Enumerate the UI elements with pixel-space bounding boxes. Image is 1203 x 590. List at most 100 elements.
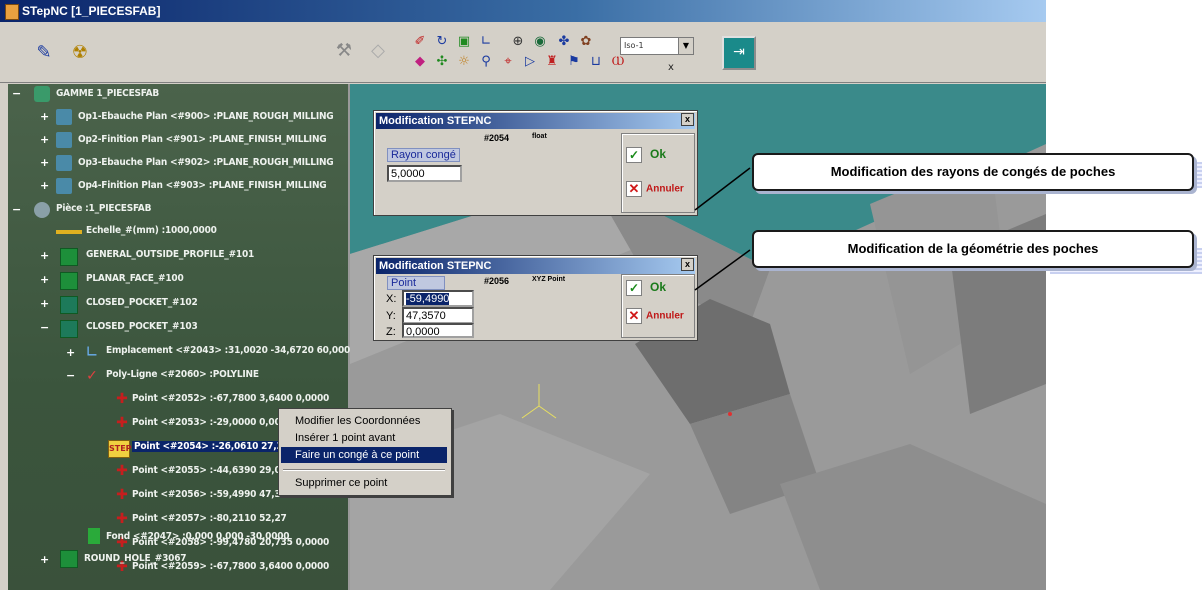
eraser-icon[interactable]: ◇	[364, 36, 392, 64]
window-title: STepNC [1_PIECESFAB]	[22, 4, 161, 18]
view-select[interactable]: Iso-1 ▼	[620, 37, 694, 55]
gamme-icon	[34, 86, 50, 102]
tree-item-op3[interactable]: Op3-Ebauche Plan <#902> :PLANE_ROUGH_MIL…	[78, 157, 334, 168]
cancel-button[interactable]: ✕ Annuler	[626, 308, 690, 330]
tree-item-outside-profile[interactable]: GENERAL_OUTSIDE_PROFILE_#101	[86, 249, 254, 260]
palette-icon[interactable]: ✿	[578, 34, 594, 50]
expand-icon[interactable]: +	[40, 180, 49, 191]
profile-icon	[60, 248, 78, 266]
pencil-icon[interactable]: ✐	[412, 34, 428, 50]
collapse-icon[interactable]: −	[40, 322, 49, 333]
tree-item-pocket-102[interactable]: CLOSED_POCKET_#102	[86, 297, 198, 308]
dialog-title: Modification STEPNC	[376, 113, 695, 129]
app-icon	[5, 4, 19, 20]
x-label: X:	[386, 293, 397, 305]
x-input[interactable]: -59,4990	[402, 290, 474, 307]
radius-input[interactable]: 5,0000	[387, 165, 462, 182]
point-icon: ✚	[116, 415, 128, 431]
point-icon: ✚	[116, 391, 128, 407]
sun-icon[interactable]: ☼	[456, 54, 472, 70]
callout-fillet: Modification des rayons de congés de poc…	[752, 153, 1194, 191]
hole-icon	[60, 550, 78, 568]
tree-item-polyline[interactable]: Poly-Ligne <#2060> :POLYLINE	[106, 369, 259, 380]
menu-item-delete-point[interactable]: Supprimer ce point	[281, 475, 447, 491]
axis-icon: ∟	[85, 342, 99, 361]
collapse-icon[interactable]: −	[66, 370, 75, 381]
z-input[interactable]: 0,0000	[402, 323, 474, 338]
collapse-icon[interactable]: −	[12, 204, 21, 215]
magnify-icon[interactable]: ⚲	[478, 54, 494, 70]
menu-item-make-fillet[interactable]: Faire un congé à ce point	[281, 447, 447, 463]
entity-type: float	[532, 133, 547, 140]
arrow-icon[interactable]: ▷	[522, 54, 538, 70]
tree-item-scale[interactable]: Echelle_#(mm) :1000,0000	[86, 225, 217, 236]
frame-icon[interactable]: ▣	[456, 34, 472, 50]
ok-button[interactable]: ✓ Ok	[626, 280, 686, 302]
context-menu: Modifier les Coordonnées Insérer 1 point…	[278, 408, 452, 496]
cancel-label: Annuler	[646, 183, 684, 195]
tree-item-point[interactable]: Point <#2056> :-59,4990 47,35	[132, 489, 287, 500]
flag-icon[interactable]: ⚑	[566, 54, 582, 70]
menu-item-insert-point[interactable]: Insérer 1 point avant	[281, 430, 447, 446]
menu-separator	[283, 469, 445, 471]
operation-icon	[56, 178, 72, 194]
user-icon[interactable]: ♜	[544, 54, 560, 70]
axis-icon[interactable]: ∟	[478, 34, 494, 50]
close-button[interactable]: x	[681, 113, 694, 126]
grid-icon[interactable]: ✣	[434, 54, 450, 70]
collapse-icon[interactable]: −	[12, 88, 21, 99]
expand-icon[interactable]: +	[66, 347, 75, 358]
cross-icon: ✕	[626, 308, 642, 324]
operation-icon	[56, 155, 72, 171]
entity-id: #2056	[484, 276, 510, 286]
tree-item-point[interactable]: Point <#2055> :-44,6390 29,00	[132, 465, 287, 476]
pocket-icon	[60, 296, 78, 314]
group-label: Point	[387, 276, 445, 290]
tree-item-round-hole[interactable]: ROUND_HOLE_#3067	[84, 553, 187, 564]
radiation-icon[interactable]: ☢	[66, 38, 94, 66]
tree-item-piece[interactable]: Pièce :1_PIECESFAB	[56, 203, 151, 214]
check-icon: ✓	[626, 280, 642, 296]
expand-icon[interactable]: +	[40, 274, 49, 285]
tree-item-op2[interactable]: Op2-Finition Plan <#901> :PLANE_FINISH_M…	[78, 134, 327, 145]
zoom-icon[interactable]: ⊕	[510, 34, 526, 50]
view-icon[interactable]: ◉	[532, 34, 548, 50]
y-input[interactable]: 47,3570	[402, 307, 474, 324]
expand-icon[interactable]: +	[40, 298, 49, 309]
pocket-icon	[60, 320, 78, 338]
chevron-down-icon[interactable]: ▼	[678, 38, 693, 54]
wave-icon[interactable]: Ⲱ	[610, 54, 626, 70]
tree-item-op1[interactable]: Op1-Ebauche Plan <#900> :PLANE_ROUGH_MIL…	[78, 111, 334, 122]
expand-icon[interactable]: +	[40, 134, 49, 145]
tree-item-op4[interactable]: Op4-Finition Plan <#903> :PLANE_FINISH_M…	[78, 180, 327, 191]
tree-item-emplacement[interactable]: Emplacement <#2043> :31,0020 -34,6720 60…	[106, 345, 356, 356]
expand-icon[interactable]: +	[40, 250, 49, 261]
rotate-icon[interactable]: ↻	[434, 34, 450, 50]
fillet-dialog: Modification STEPNC x #2054 float Rayon …	[373, 110, 698, 216]
point-icon: ✚	[116, 487, 128, 503]
tool-icon[interactable]: ⚒	[330, 36, 358, 64]
target-icon[interactable]: ⌖	[500, 54, 516, 70]
cancel-button[interactable]: ✕ Annuler	[626, 181, 690, 203]
feature-tree: − GAMME 1_PIECESFAB + Op1-Ebauche Plan <…	[8, 84, 356, 590]
planar-face-icon	[60, 272, 78, 290]
tree-item-planar-face[interactable]: PLANAR_FACE_#100	[86, 273, 184, 284]
tree-item-pocket-103[interactable]: CLOSED_POCKET_#103	[86, 321, 198, 332]
pocket-icon[interactable]: ⊔	[588, 54, 604, 70]
paint-icon[interactable]: ✤	[556, 34, 572, 50]
ok-button[interactable]: ✓ Ok	[626, 147, 686, 169]
tree-item-fond[interactable]: Fond <#2047> :0,000 0,000 -30,0000	[106, 531, 290, 542]
tree-item-point[interactable]: Point <#2057> :-80,2110 52,27	[132, 513, 287, 524]
toolbar: ✎ ☢ ⚒ ◇ ✐ ↻ ▣ ∟ ⊕ ◉ ✤ ✿ Iso-1 ▼ ◆ ✣ ☼ ⚲ …	[0, 22, 1046, 83]
menu-item-modify-coordinates[interactable]: Modifier les Coordonnées	[281, 413, 447, 429]
expand-icon[interactable]: +	[40, 554, 49, 565]
check-icon: ✓	[626, 147, 642, 163]
expand-icon[interactable]: +	[40, 157, 49, 168]
tree-item-point[interactable]: Point <#2052> :-67,7800 3,6400 0,0000	[132, 393, 329, 404]
exit-icon[interactable]: ⇥	[722, 36, 756, 70]
callout-leader-lines	[694, 167, 751, 291]
gamme-edit-icon[interactable]: ✎	[30, 38, 58, 66]
shade-icon[interactable]: ◆	[412, 54, 428, 70]
expand-icon[interactable]: +	[40, 111, 49, 122]
tree-item-gamme[interactable]: GAMME 1_PIECESFAB	[56, 88, 159, 99]
